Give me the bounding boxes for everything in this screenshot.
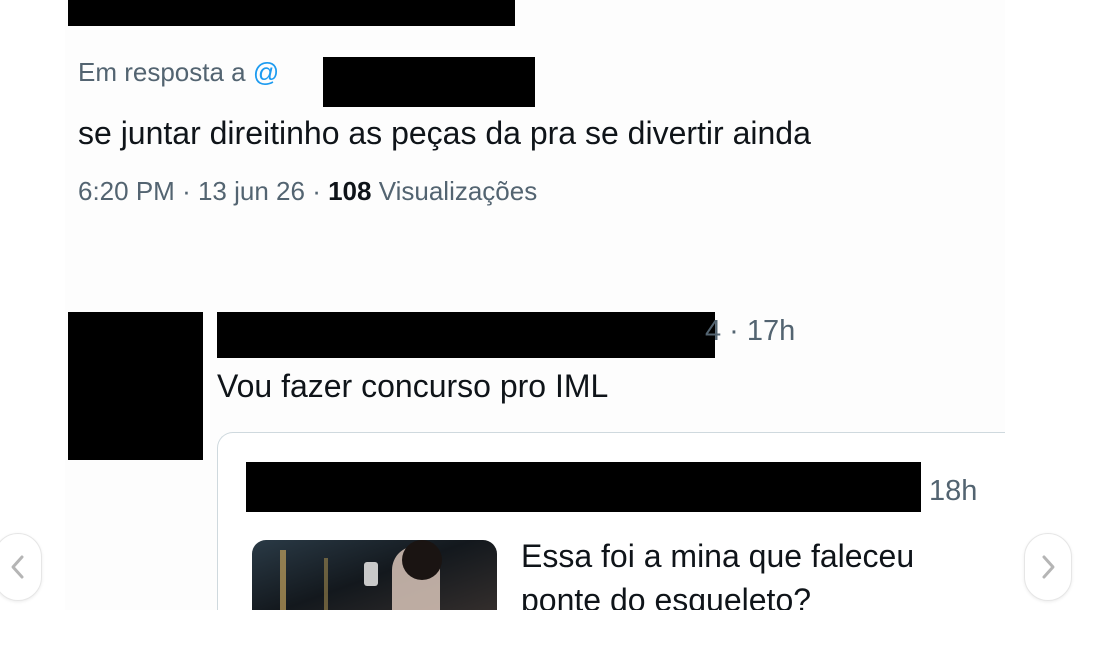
tweet-meta: 6:20 PM · 13 jun 26 · 108 Visualizações xyxy=(78,176,537,207)
tweet-date[interactable]: 13 jun 26 xyxy=(198,176,305,206)
redacted-avatar xyxy=(68,312,203,460)
redacted-quote-author xyxy=(217,312,715,358)
embedded-media-thumbnail[interactable] xyxy=(252,540,497,610)
views-count[interactable]: 108 xyxy=(328,176,371,206)
thumb-detail xyxy=(364,562,378,586)
embedded-text-line2: ponte do esqueleto? xyxy=(521,582,812,610)
screenshot-frame: Em resposta a @ se juntar direitinho as … xyxy=(65,0,1005,610)
thumb-detail xyxy=(324,558,328,610)
redacted-mention xyxy=(323,57,535,107)
reply-prefix: Em resposta a xyxy=(78,57,246,87)
chevron-left-icon xyxy=(11,555,24,579)
embedded-time[interactable]: 18h xyxy=(929,475,977,508)
meta-separator: · xyxy=(182,176,191,206)
mention-at[interactable]: @ xyxy=(253,57,279,87)
tweet-text: se juntar direitinho as peças da pra se … xyxy=(78,115,811,151)
thumb-detail xyxy=(280,550,286,610)
redacted-author-name xyxy=(68,0,515,26)
tweet-time[interactable]: 6:20 PM xyxy=(78,176,175,206)
embedded-text-line1: Essa foi a mina que faleceu xyxy=(521,538,915,574)
quote-text: Vou fazer concurso pro IML xyxy=(217,368,609,404)
carousel-next-button[interactable] xyxy=(1024,533,1072,601)
quote-time[interactable]: 4 · 17h xyxy=(705,315,795,348)
views-label[interactable]: Visualizações xyxy=(379,176,538,206)
chevron-right-icon xyxy=(1042,555,1055,579)
thumb-detail xyxy=(402,540,442,580)
reply-context: Em resposta a @ xyxy=(78,57,279,88)
redacted-embedded-author xyxy=(246,462,921,512)
carousel-prev-button[interactable] xyxy=(0,533,42,601)
meta-separator: · xyxy=(312,176,321,206)
